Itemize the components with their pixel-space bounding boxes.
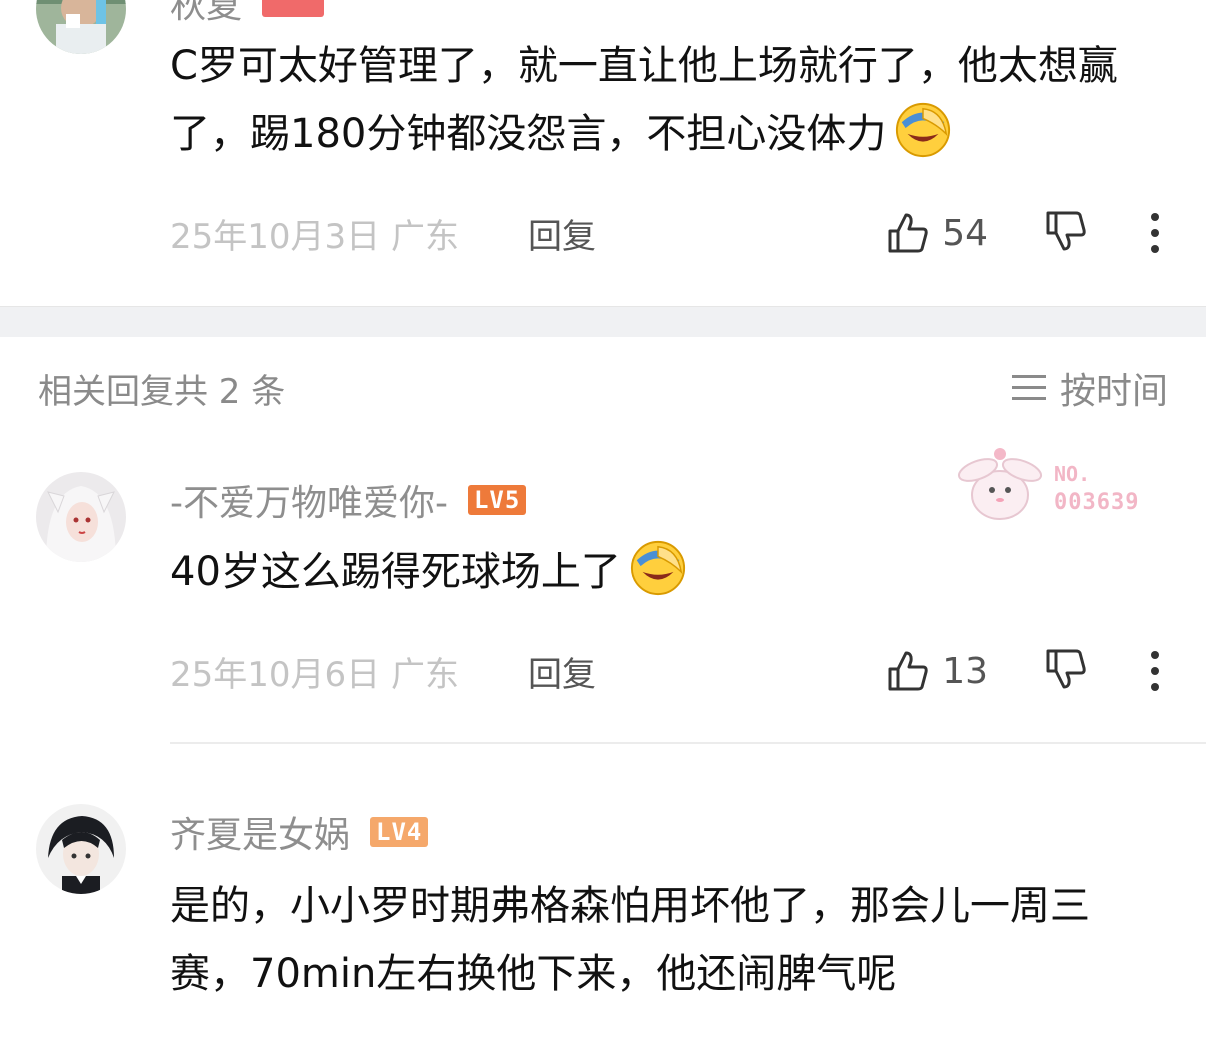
facepalm-laugh-emoji	[896, 102, 951, 158]
avatar-image	[36, 472, 126, 562]
badge-number: 003639	[1054, 490, 1140, 515]
section-separator	[0, 306, 1206, 337]
comment-body: 40岁这么踢得死球场上了	[170, 549, 621, 595]
facepalm-laugh-emoji	[630, 540, 685, 596]
username[interactable]: -不爱万物唯爱你-	[170, 474, 448, 526]
thumbs-up-icon	[888, 213, 928, 253]
replies-section-header: 相关回复共 2 条 按时间	[38, 362, 1168, 414]
comment-header: 齐夏是女娲 LV4	[170, 806, 429, 858]
comment-divider	[170, 742, 1206, 744]
comment-body: C罗可太好管理了，就一直让他上场就行了，他太想赢了，踢180分钟都没怨言，不担心…	[170, 43, 1118, 157]
avatar[interactable]	[36, 804, 126, 894]
comment-meta: 25年10月3日 广东 回复 54	[170, 208, 1160, 258]
comment-date: 25年10月6日 广东	[170, 654, 459, 695]
like-count: 13	[942, 650, 988, 692]
comment-body: 是的，小小罗时期弗格森怕用坏他了，那会儿一周三赛，70min左右换他下来，他还闹…	[170, 883, 1090, 997]
more-options-icon[interactable]	[1150, 213, 1160, 253]
fan-badge-decoration: NO. 003639	[950, 440, 1160, 530]
comment-date: 25年10月3日 广东	[170, 216, 459, 257]
bunny-icon	[957, 448, 1043, 520]
like-button[interactable]: 13	[886, 649, 988, 693]
avatar[interactable]	[36, 472, 126, 562]
replies-count-title: 相关回复共 2 条	[38, 371, 286, 412]
avatar-image	[36, 0, 126, 54]
comment-text: 40岁这么踢得死球场上了	[170, 538, 1160, 606]
sort-lines-icon	[1011, 375, 1046, 400]
dislike-button[interactable]	[1044, 647, 1088, 695]
thumbs-down-icon	[1046, 211, 1086, 251]
dislike-button[interactable]	[1044, 209, 1088, 257]
sort-label: 按时间	[1059, 371, 1168, 412]
comment-header: -不爱万物唯爱你- LV5	[170, 474, 527, 526]
comment-header: 秋夏	[170, 0, 325, 28]
username[interactable]: 秋夏	[170, 0, 242, 28]
avatar[interactable]	[36, 0, 126, 54]
reply-button[interactable]: 回复	[528, 209, 596, 258]
level-badge	[262, 0, 325, 17]
like-button[interactable]: 54	[886, 211, 988, 255]
sort-button[interactable]: 按时间	[1011, 362, 1168, 414]
comment-meta: 25年10月6日 广东 回复 13	[170, 646, 1160, 696]
more-options-icon[interactable]	[1150, 651, 1160, 691]
avatar-image	[36, 804, 126, 894]
like-count: 54	[942, 212, 988, 254]
level-badge: LV4	[370, 817, 429, 847]
comment-text: C罗可太好管理了，就一直让他上场就行了，他太想赢了，踢180分钟都没怨言，不担心…	[170, 32, 1160, 168]
thumbs-up-icon	[888, 651, 928, 691]
reply-button[interactable]: 回复	[528, 647, 596, 696]
comment-text: 是的，小小罗时期弗格森怕用坏他了，那会儿一周三赛，70min左右换他下来，他还闹…	[170, 872, 1160, 1008]
username[interactable]: 齐夏是女娲	[170, 806, 350, 858]
thumbs-down-icon	[1046, 649, 1086, 689]
badge-no-label: NO.	[1054, 462, 1091, 486]
level-badge: LV5	[467, 485, 527, 515]
